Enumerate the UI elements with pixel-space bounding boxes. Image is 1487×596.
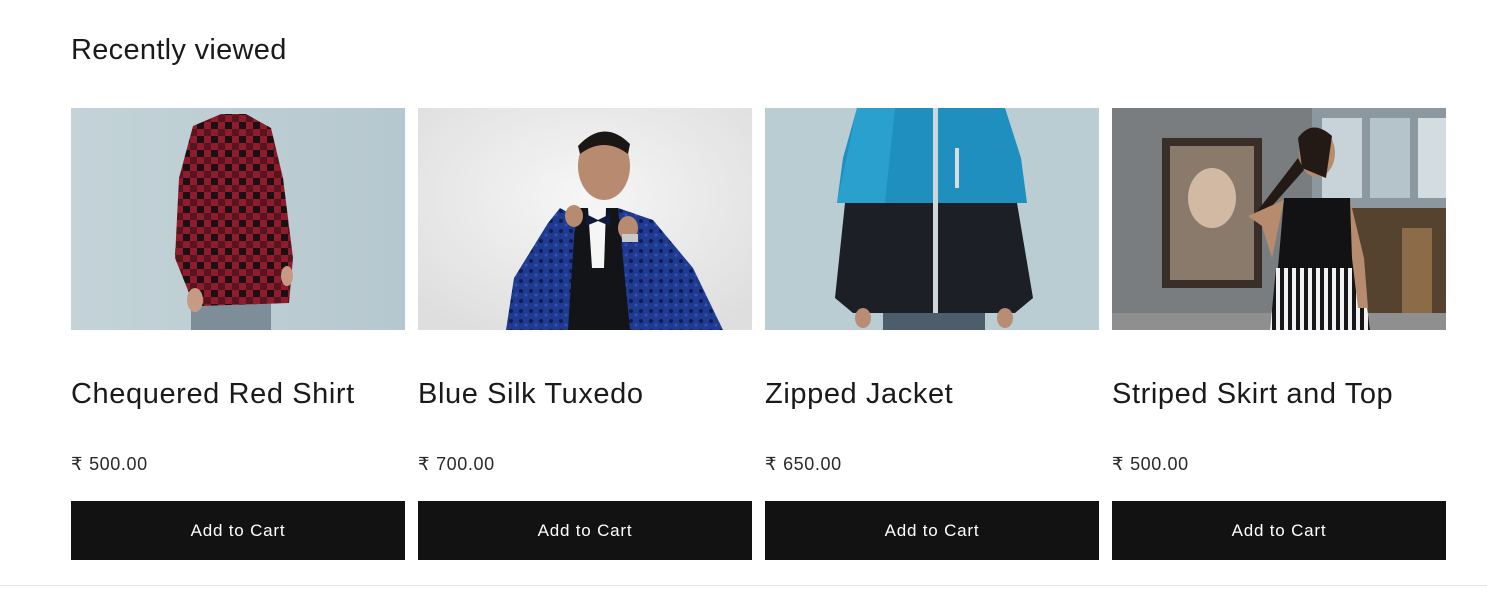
currency-symbol: ₹: [1112, 454, 1125, 474]
add-to-cart-button[interactable]: Add to Cart: [418, 501, 752, 560]
product-title[interactable]: Blue Silk Tuxedo: [418, 374, 752, 414]
product-card: Blue Silk Tuxedo ₹700.00 Add to Cart: [418, 108, 752, 560]
product-card: Striped Skirt and Top ₹500.00 Add to Car…: [1112, 108, 1446, 560]
price-value: 650.00: [783, 454, 842, 474]
product-image-zipped-jacket[interactable]: [765, 108, 1099, 330]
add-to-cart-button[interactable]: Add to Cart: [765, 501, 1099, 560]
product-photo: [765, 108, 1099, 330]
product-card: Zipped Jacket ₹650.00 Add to Cart: [765, 108, 1099, 560]
product-photo: [71, 108, 405, 330]
section-divider: [0, 585, 1487, 586]
price-value: 500.00: [89, 454, 148, 474]
product-price: ₹500.00: [1112, 452, 1446, 476]
product-price: ₹700.00: [418, 452, 752, 476]
section-title: Recently viewed: [71, 34, 287, 66]
price-value: 700.00: [436, 454, 495, 474]
recently-viewed-section: Recently viewed Chequered Red Shirt ₹ 50…: [0, 0, 1487, 596]
product-title[interactable]: Chequered Red Shirt: [71, 374, 405, 414]
product-price: ₹650.00: [765, 452, 1099, 476]
product-image-blue-tuxedo[interactable]: [418, 108, 752, 330]
product-title[interactable]: Striped Skirt and Top: [1112, 374, 1446, 414]
product-title[interactable]: Zipped Jacket: [765, 374, 1099, 414]
product-photo: [418, 108, 752, 330]
add-to-cart-button[interactable]: Add to Cart: [1112, 501, 1446, 560]
add-to-cart-button[interactable]: Add to Cart: [71, 501, 405, 560]
product-price: ₹500.00: [71, 452, 405, 476]
product-card: Chequered Red Shirt ₹500.00 Add to Cart: [71, 108, 405, 560]
currency-symbol: ₹: [418, 454, 431, 474]
currency-symbol: ₹: [765, 454, 778, 474]
product-image-red-shirt[interactable]: [71, 108, 405, 330]
product-grid: Chequered Red Shirt ₹500.00 Add to Cart: [71, 108, 1446, 560]
price-value: 500.00: [1130, 454, 1189, 474]
product-image-striped-skirt[interactable]: [1112, 108, 1446, 330]
currency-symbol: ₹: [71, 454, 84, 474]
product-photo: [1112, 108, 1446, 330]
